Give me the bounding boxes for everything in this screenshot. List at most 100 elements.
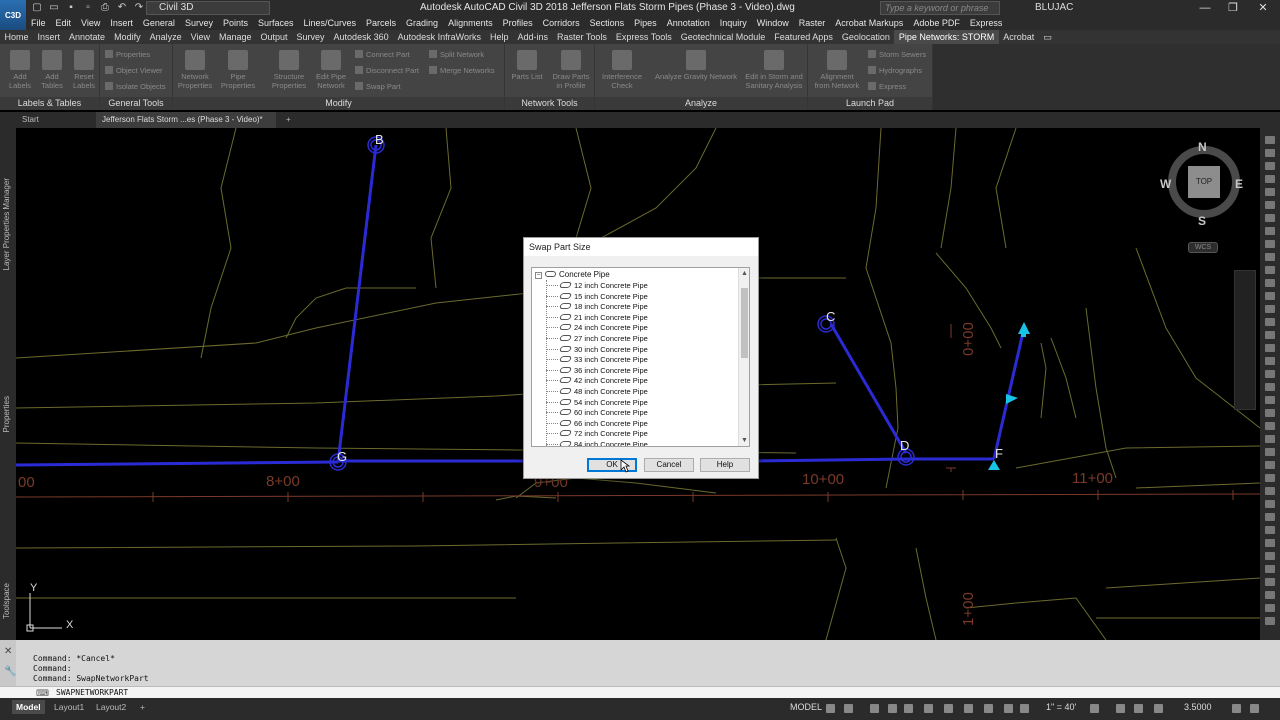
toolspace-palette[interactable]: Toolspace: [2, 583, 11, 619]
new-file-icon[interactable]: ▢: [30, 1, 44, 14]
tool-palette-icon[interactable]: [1265, 175, 1275, 183]
undo-icon[interactable]: ↶: [115, 1, 129, 14]
ribbon-tab-help[interactable]: Help: [485, 30, 513, 44]
tool-palette-icon[interactable]: [1265, 357, 1275, 365]
add-labels-button[interactable]: Add Labels: [6, 50, 34, 90]
ribbon-tab-output[interactable]: Output: [256, 30, 292, 44]
menu-sections[interactable]: Sections: [585, 18, 630, 28]
tree-item-pipe-size[interactable]: 12 inch Concrete Pipe: [558, 280, 648, 291]
menu-survey[interactable]: Survey: [180, 18, 218, 28]
tool-palette-icon[interactable]: [1265, 539, 1275, 547]
tab-layout1[interactable]: Layout1: [50, 700, 88, 714]
tool-palette-icon[interactable]: [1265, 487, 1275, 495]
tool-palette-icon[interactable]: [1265, 396, 1275, 404]
isolate-objects-icon[interactable]: [1154, 704, 1163, 713]
tool-palette-icon[interactable]: [1265, 617, 1275, 625]
structure-properties-button[interactable]: Structure Properties: [269, 50, 309, 90]
osnap-tracking-icon[interactable]: [924, 704, 933, 713]
ribbon-tab-insert[interactable]: Insert: [33, 30, 65, 44]
ribbon-tab-geolocation[interactable]: Geolocation: [837, 30, 894, 44]
ribbon-tab-add-ins[interactable]: Add-ins: [513, 30, 553, 44]
save-icon[interactable]: ▪: [64, 1, 78, 14]
customize-icon[interactable]: 🔧: [4, 666, 16, 677]
split-network-button[interactable]: Split Network: [429, 50, 484, 59]
ribbon-tab-pipe-networks-storm[interactable]: Pipe Networks: STORM: [894, 30, 999, 44]
tool-palette-icon[interactable]: [1265, 474, 1275, 482]
compass-east[interactable]: E: [1235, 177, 1243, 191]
isolate-objects-button[interactable]: Isolate Objects: [105, 82, 166, 91]
cancel-button[interactable]: Cancel: [644, 458, 694, 472]
tree-item-pipe-size[interactable]: 15 inch Concrete Pipe: [558, 291, 648, 302]
panel-title-general-tools[interactable]: General Tools: [100, 97, 172, 110]
menu-alignments[interactable]: Alignments: [443, 18, 498, 28]
transparency-icon[interactable]: [984, 704, 993, 713]
menu-parcels[interactable]: Parcels: [361, 18, 401, 28]
ribbon-tab-view[interactable]: View: [186, 30, 214, 44]
menu-raster[interactable]: Raster: [794, 18, 831, 28]
tool-palette-icon[interactable]: [1265, 201, 1275, 209]
tool-palette-icon[interactable]: [1265, 552, 1275, 560]
tool-palette-icon[interactable]: [1265, 461, 1275, 469]
navigation-bar[interactable]: [1234, 270, 1256, 410]
tree-item-pipe-size[interactable]: 42 inch Concrete Pipe: [558, 375, 648, 386]
storm-sewers-button[interactable]: Storm Sewers: [868, 50, 926, 59]
ribbon-tab-analyze[interactable]: Analyze: [145, 30, 186, 44]
tool-palette-icon[interactable]: [1265, 136, 1275, 144]
close-icon[interactable]: ✕: [1248, 0, 1278, 16]
tool-palette-icon[interactable]: [1265, 227, 1275, 235]
tool-palette-icon[interactable]: [1265, 500, 1275, 508]
ribbon-tab-survey[interactable]: Survey: [292, 30, 329, 44]
tool-palette-icon[interactable]: [1265, 526, 1275, 534]
tree-item-pipe-size[interactable]: 27 inch Concrete Pipe: [558, 333, 648, 344]
tool-palette-icon[interactable]: [1265, 162, 1275, 170]
tree-item-pipe-size[interactable]: 36 inch Concrete Pipe: [558, 365, 648, 376]
edit-in-storm-button[interactable]: Edit in Storm and Sanitary Analysis: [743, 50, 805, 90]
tree-item-pipe-size[interactable]: 72 inch Concrete Pipe: [558, 428, 648, 439]
menu-general[interactable]: General: [138, 18, 180, 28]
tab-model[interactable]: Model: [12, 700, 45, 714]
grid-icon[interactable]: [826, 704, 835, 713]
tree-item-pipe-size[interactable]: 24 inch Concrete Pipe: [558, 322, 648, 333]
ribbon-tab-annotate[interactable]: Annotate: [65, 30, 110, 44]
tool-palette-icon[interactable]: [1265, 240, 1275, 248]
viewcube-top-face[interactable]: TOP: [1188, 166, 1220, 198]
scroll-thumb[interactable]: [741, 288, 748, 358]
ribbon-tab-autodesk-360[interactable]: Autodesk 360: [329, 30, 393, 44]
menu-acrobat-markups[interactable]: Acrobat Markups: [830, 18, 908, 28]
menu-grading[interactable]: Grading: [401, 18, 443, 28]
tab-drawing[interactable]: Jefferson Flats Storm ...es (Phase 3 - V…: [96, 112, 276, 128]
tree-item-pipe-size[interactable]: 21 inch Concrete Pipe: [558, 312, 648, 323]
compass-south[interactable]: S: [1198, 214, 1206, 228]
command-input[interactable]: ⌨ SWAPNETWORKPART: [0, 686, 1280, 698]
menu-view[interactable]: View: [76, 18, 105, 28]
clean-screen-icon[interactable]: [1232, 704, 1241, 713]
scroll-down-icon[interactable]: ▼: [739, 435, 749, 446]
print-icon[interactable]: ⎙: [98, 1, 112, 14]
menu-window[interactable]: Window: [752, 18, 794, 28]
save-as-icon[interactable]: ▫: [81, 1, 95, 14]
annotation-visibility-icon[interactable]: [1004, 704, 1013, 713]
tool-palette-icon[interactable]: [1265, 448, 1275, 456]
isodraft-icon[interactable]: [904, 704, 913, 713]
tool-palette-icon[interactable]: [1265, 578, 1275, 586]
properties-palette[interactable]: Properties: [2, 396, 11, 432]
ribbon-tab-raster-tools[interactable]: Raster Tools: [553, 30, 612, 44]
part-size-tree[interactable]: − Concrete Pipe 12 inch Concrete Pipe 15 i…: [531, 267, 750, 447]
polar-icon[interactable]: [888, 704, 897, 713]
add-layout-button[interactable]: +: [136, 700, 149, 714]
menu-pipes[interactable]: Pipes: [629, 18, 662, 28]
edit-pipe-network-button[interactable]: Edit Pipe Network: [313, 50, 349, 90]
menu-points[interactable]: Points: [218, 18, 253, 28]
network-properties-button[interactable]: Network Properties: [177, 50, 213, 90]
tree-item-pipe-size[interactable]: 54 inch Concrete Pipe: [558, 397, 648, 408]
new-tab-button[interactable]: +: [280, 112, 297, 128]
open-file-icon[interactable]: ▭: [47, 1, 61, 14]
ribbon-minimize-icon[interactable]: ▭: [1039, 30, 1057, 44]
close-command-icon[interactable]: ✕: [4, 646, 12, 657]
disconnect-part-button[interactable]: Disconnect Part: [355, 66, 419, 75]
tool-palette-icon[interactable]: [1265, 214, 1275, 222]
properties-button[interactable]: Properties: [105, 50, 150, 59]
lineweight-icon[interactable]: [964, 704, 973, 713]
snap-icon[interactable]: [844, 704, 853, 713]
minimize-icon[interactable]: —: [1190, 0, 1220, 16]
